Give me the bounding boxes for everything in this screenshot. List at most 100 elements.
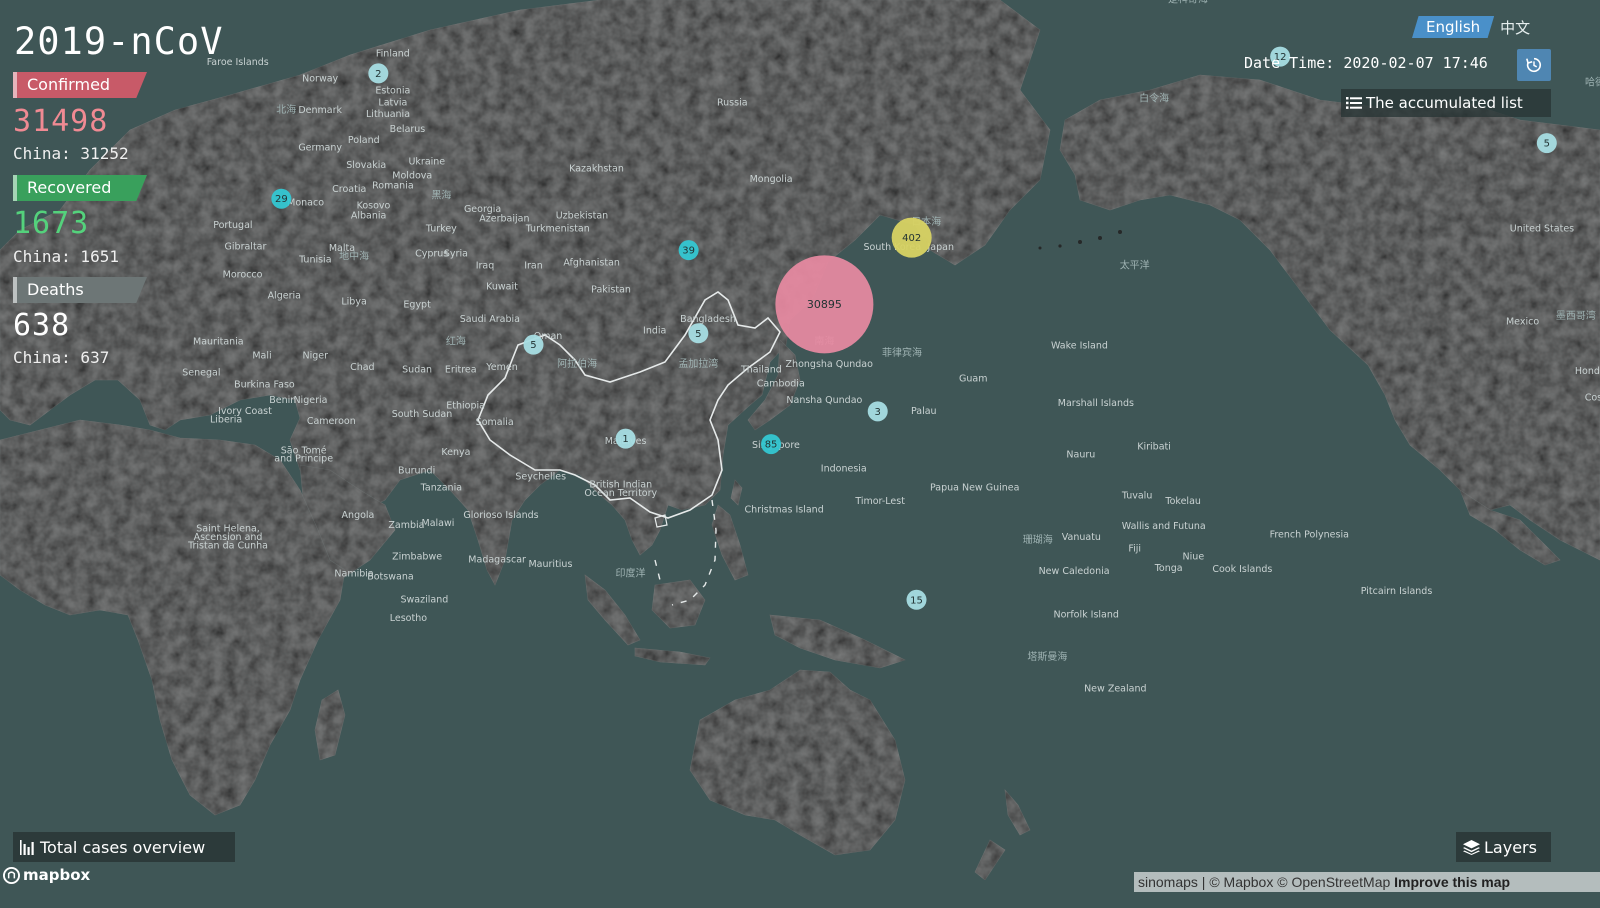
cluster-count: 402 [902, 233, 921, 244]
place-label: Fiji [1128, 543, 1141, 554]
place-label: Russia [717, 97, 748, 108]
overview-label: Total cases overview [40, 837, 206, 857]
place-label: Tokelau [1164, 496, 1201, 507]
sea-label: 孟加拉湾 [678, 357, 718, 370]
place-label: Vanuatu [1062, 532, 1101, 543]
recovered-tag: Recovered [13, 175, 147, 201]
place-label: Guam [959, 374, 987, 385]
total-cases-overview-button[interactable]: Total cases overview [13, 832, 235, 862]
mapbox-icon [3, 866, 20, 884]
place-label: Malawi [422, 518, 455, 529]
layers-label: Layers [1484, 837, 1537, 857]
cluster-europe[interactable]: 29 [271, 188, 292, 209]
language-english-button[interactable]: English [1412, 16, 1495, 38]
place-label: Yemen [485, 362, 518, 373]
cluster-southeast-asia[interactable]: 85 [761, 434, 782, 455]
place-label: United States [1510, 223, 1574, 234]
improve-map-link[interactable]: Improve this map [1394, 874, 1510, 890]
cluster-central-asia[interactable]: 39 [678, 240, 699, 261]
confirmed-tag: Confirmed [13, 72, 147, 98]
recovered-china: China: 1651 [13, 247, 119, 266]
sea-label: 哈德逊湾 [1585, 76, 1600, 89]
sea-label: 塔斯曼海 [1027, 650, 1067, 663]
place-label: Mongolia [750, 174, 793, 185]
place-label: Tunisia [298, 254, 331, 265]
accumulated-list-button[interactable]: The accumulated list [1341, 89, 1551, 117]
cluster-count: 30895 [807, 298, 842, 311]
place-label: Zimbabwe [392, 552, 442, 563]
place-label: Tanzania [420, 482, 462, 493]
layers-button[interactable]: Layers [1456, 832, 1551, 862]
cluster-finland[interactable]: 2 [368, 63, 389, 84]
place-label: Sudan [402, 365, 432, 376]
app-title: 2019-nCoV [14, 20, 224, 63]
place-label: Chad [350, 362, 375, 373]
place-label: Seychelles [515, 472, 566, 483]
place-label: Albania [351, 210, 386, 221]
cluster-count: 2 [375, 69, 381, 80]
cluster-china[interactable]: 30895 [775, 255, 874, 354]
place-label: Niger [303, 351, 329, 362]
place-label: Uzbekistan [556, 210, 608, 221]
place-label: Lithuania [366, 109, 410, 120]
cluster-maldives[interactable]: 1 [615, 428, 636, 449]
cluster-australia[interactable]: 15 [906, 589, 927, 610]
recovered-total: 1673 [13, 206, 90, 241]
confirmed-total: 31498 [13, 104, 109, 139]
place-label: Senegal [182, 367, 220, 378]
place-label: Nigeria [293, 395, 327, 406]
sea-label: 菲律宾海 [882, 346, 922, 359]
cluster-india[interactable]: 5 [688, 323, 709, 344]
place-label: Zambia [388, 520, 424, 531]
place-label: Honduras [1575, 366, 1600, 377]
cluster-count: 29 [275, 194, 288, 205]
cluster-east-asia[interactable]: 402 [891, 217, 932, 258]
cluster-count: 39 [682, 246, 695, 257]
place-label: Lesotho [390, 613, 427, 624]
place-label: Kiribati [1137, 442, 1171, 453]
place-label: Indonesia [821, 463, 867, 474]
place-label: Ukraine [408, 157, 445, 168]
place-label: Liberia [210, 414, 242, 425]
cluster-count: 85 [765, 440, 778, 451]
mapbox-logo[interactable]: mapbox [3, 865, 90, 885]
language-switch: English 中文 [1412, 16, 1530, 38]
cluster-arabia[interactable]: 5 [523, 334, 544, 355]
deaths-tag: Deaths [13, 277, 147, 303]
place-label: Germany [298, 142, 342, 153]
sea-label: 珊瑚海 [1023, 533, 1053, 546]
place-label: Glorioso Islands [463, 510, 538, 521]
place-label: Portugal [213, 220, 252, 231]
bar-chart-icon [20, 839, 34, 855]
place-label: India [643, 325, 666, 336]
place-label: Afghanistan [563, 258, 620, 269]
confirmed-china: China: 31252 [13, 144, 129, 163]
cluster-philippines[interactable]: 3 [867, 401, 888, 422]
place-label: Turkmenistan [525, 223, 590, 234]
place-label: Eritrea [445, 365, 477, 376]
place-label: Niue [1183, 552, 1205, 563]
place-label: French Polynesia [1270, 529, 1349, 540]
cluster-north-america[interactable]: 5 [1536, 133, 1557, 154]
sea-label: 墨西哥湾 [1556, 309, 1596, 322]
history-icon [1526, 57, 1542, 73]
world-map[interactable]: Russia Finland Norway EstoniaLatviaLithuani… [0, 0, 1600, 908]
place-label: Iran [524, 261, 543, 272]
place-label: Syria [444, 248, 468, 259]
place-label: Tristan da Cunha [187, 540, 268, 551]
place-label: Nansha Qundao [786, 395, 862, 406]
place-label: Nauru [1066, 450, 1095, 461]
date-time: Date Time: 2020-02-07 17:46 [1244, 54, 1488, 72]
attribution-sources[interactable]: sinomaps | © Mapbox © OpenStreetMap [1138, 874, 1390, 890]
place-label: Poland [348, 135, 380, 146]
sea-label: 红海 [446, 335, 466, 348]
place-label: South Sudan [392, 409, 453, 420]
place-label: Gibraltar [225, 242, 267, 253]
language-chinese-button[interactable]: 中文 [1500, 17, 1530, 38]
cluster-count: 15 [910, 595, 923, 606]
place-label: Costa Rica [1585, 392, 1600, 403]
place-label: Timor-Lest [854, 496, 905, 507]
cluster-count: 5 [695, 329, 701, 340]
sea-label: 阿拉伯海 [557, 357, 597, 370]
refresh-button[interactable] [1517, 49, 1551, 81]
